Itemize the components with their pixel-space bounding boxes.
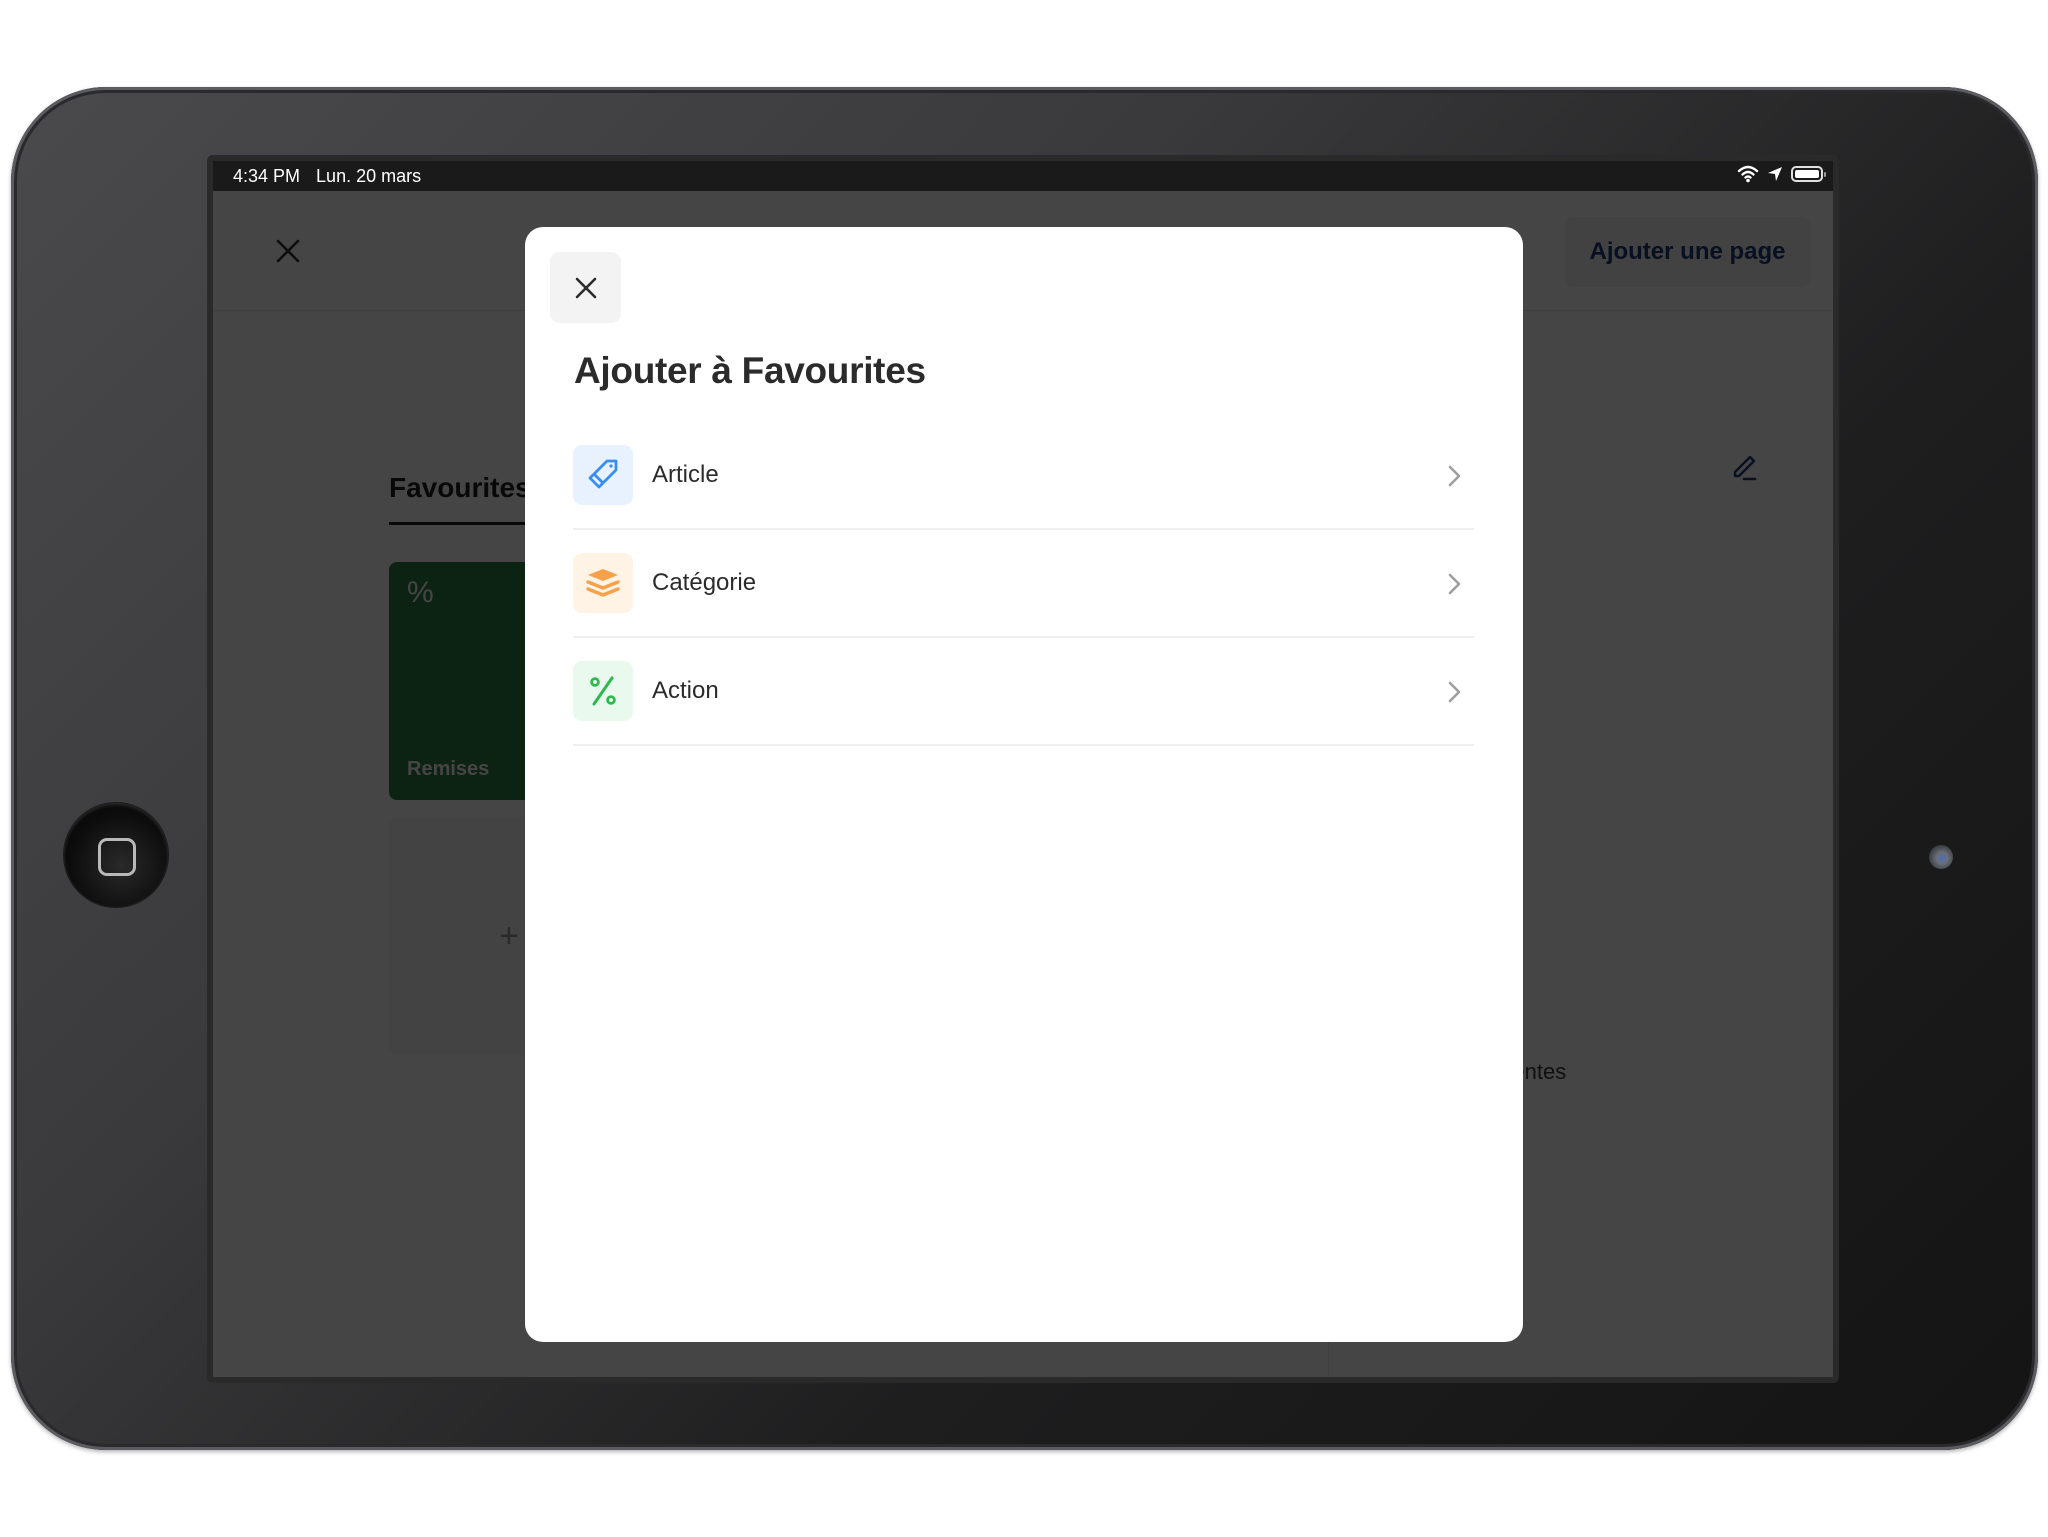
menu-icon-tile [573, 661, 633, 721]
menu-label: Article [652, 461, 719, 488]
menu-item-article[interactable]: Article [573, 422, 1474, 530]
close-icon [575, 277, 596, 298]
modal-title: Ajouter à Favourites [574, 350, 926, 391]
wifi-icon [1737, 165, 1759, 183]
status-bar: 4:34 PM Lun. 20 mars [213, 161, 1833, 191]
menu-item-categorie[interactable]: Catégorie [573, 530, 1474, 638]
menu-label: Action [652, 677, 719, 704]
battery-icon [1791, 166, 1826, 182]
tag-icon [588, 459, 618, 489]
home-button[interactable] [64, 803, 168, 907]
percent-icon [590, 676, 616, 706]
chevron-right-icon [1448, 465, 1461, 487]
menu-item-action[interactable]: Action [573, 638, 1474, 746]
add-options-list: Article Catégorie Action [573, 422, 1474, 746]
status-date: Lun. 20 mars [316, 165, 422, 186]
front-camera [1929, 845, 1953, 869]
menu-label: Catégorie [652, 569, 757, 596]
status-time: 4:34 PM [233, 165, 301, 186]
chevron-right-icon [1448, 681, 1461, 703]
add-to-favourites-modal: Ajouter à Favourites Article Catégorie A… [525, 227, 1523, 1342]
modal-close-button[interactable] [550, 252, 621, 323]
layers-icon [586, 569, 620, 597]
menu-icon-tile [573, 553, 633, 613]
screen: Ajouter une page Favourites % Remises + … [213, 161, 1833, 1377]
chevron-right-icon [1448, 573, 1461, 595]
location-arrow-icon [1768, 167, 1782, 181]
menu-icon-tile [573, 445, 633, 505]
home-square-icon [98, 838, 136, 876]
